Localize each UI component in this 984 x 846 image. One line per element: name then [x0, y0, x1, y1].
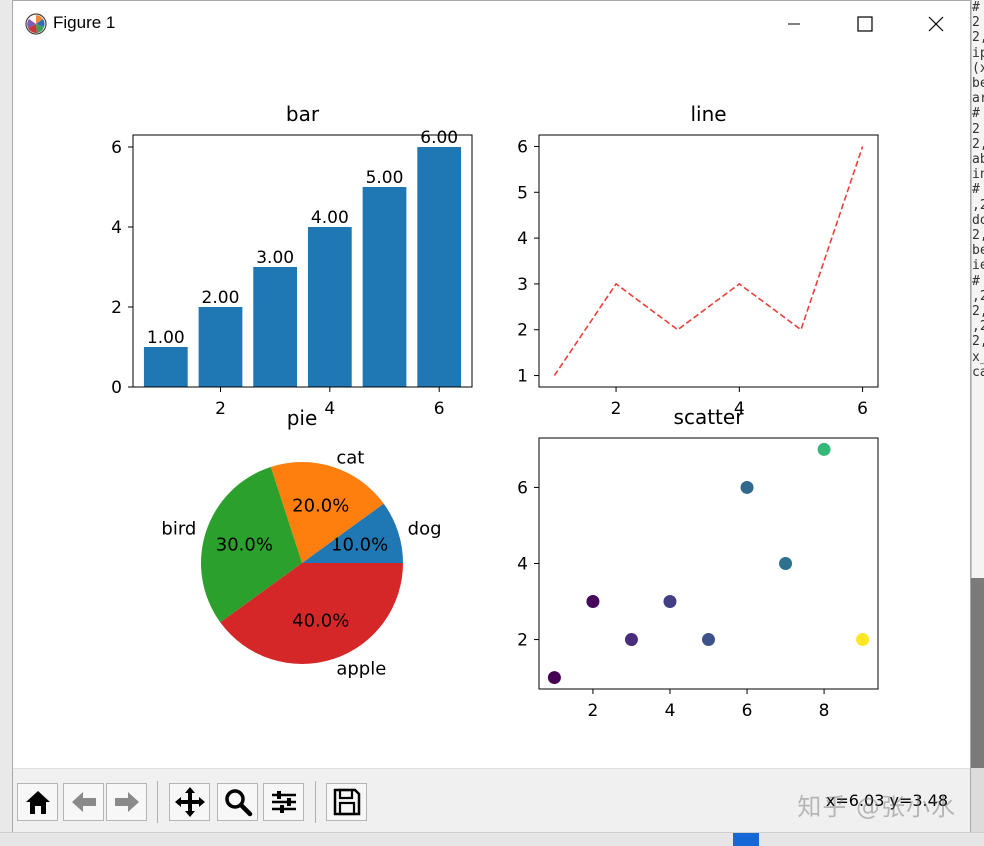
- save-icon: [333, 788, 360, 816]
- background-editor-text: # 2 2, ip (x be ar # 2 2, ab in # ,2 do …: [971, 0, 984, 578]
- zoom-button[interactable]: [217, 783, 258, 821]
- axes-title: scatter: [674, 405, 745, 429]
- x-tick-label: 8: [819, 701, 830, 721]
- zoom-icon: [224, 789, 252, 817]
- y-tick-label: 6: [517, 137, 528, 157]
- x-tick-label: 6: [742, 701, 753, 721]
- y-tick-label: 4: [517, 229, 528, 249]
- y-tick-label: 3: [517, 275, 528, 295]
- pan-icon: [174, 787, 205, 817]
- back-button[interactable]: [63, 783, 104, 821]
- x-tick-label: 4: [665, 701, 676, 721]
- axes-title: bar: [286, 102, 320, 126]
- scatter-point: [740, 480, 754, 494]
- pie-category-label: dog: [408, 519, 442, 540]
- y-tick-label: 0: [111, 378, 122, 398]
- axes-frame: [538, 437, 879, 690]
- window-title: Figure 1: [53, 13, 116, 32]
- background-window-left: [0, 0, 12, 845]
- scatter-point: [856, 633, 870, 647]
- bar: [253, 267, 298, 387]
- axes-title: pie: [287, 406, 318, 430]
- x-tick-label: 2: [611, 399, 622, 419]
- pie-percent-label: 30.0%: [216, 534, 273, 555]
- configure-icon: [271, 791, 296, 813]
- y-tick-label: 1: [517, 367, 528, 387]
- x-tick-label: 6: [857, 399, 868, 419]
- background-statusbar: [0, 832, 984, 846]
- forward-icon: [114, 792, 139, 812]
- watermark-text: 知乎 @张小水: [797, 793, 956, 821]
- pan-button[interactable]: [169, 783, 210, 821]
- configure-button[interactable]: [263, 783, 304, 821]
- pie-category-label: apple: [336, 659, 386, 680]
- maximize-button[interactable]: [830, 1, 900, 47]
- minimize-icon: [788, 23, 800, 25]
- bar-value-label: 2.00: [202, 288, 240, 308]
- y-tick-label: 4: [111, 218, 122, 238]
- close-icon: [928, 16, 944, 32]
- home-button[interactable]: [17, 783, 58, 821]
- bar: [417, 147, 462, 387]
- pie-percent-label: 20.0%: [292, 495, 349, 516]
- y-tick-label: 5: [517, 183, 528, 203]
- bar-value-label: 3.00: [256, 248, 294, 268]
- x-tick-label: 2: [588, 701, 599, 721]
- bar: [198, 307, 243, 387]
- scatter-point: [547, 671, 561, 685]
- scatter-point: [817, 442, 831, 456]
- line-series: [553, 146, 864, 376]
- scatter-point: [663, 595, 677, 609]
- toolbar-separator: [157, 781, 158, 823]
- pie-percent-label: 10.0%: [331, 534, 388, 555]
- bar-value-label: 1.00: [147, 328, 185, 348]
- figure-svg: 1.00 2.00 3.00 4.00 5.00 6.00 2 4 6 0 2 4 6 bar 2 4 6 1 2 3…: [111, 102, 879, 721]
- x-tick-label: 6: [434, 399, 445, 419]
- title-bar[interactable]: Figure 1: [13, 1, 970, 47]
- scatter-point: [586, 595, 600, 609]
- pie-category-label: bird: [161, 519, 196, 540]
- bar-value-label: 6.00: [420, 128, 458, 148]
- scatter-point: [779, 557, 793, 570]
- home-icon: [25, 791, 50, 814]
- y-tick-label: 4: [517, 555, 528, 575]
- bar: [307, 227, 352, 387]
- x-tick-label: 2: [215, 399, 226, 419]
- axes-frame: [538, 134, 879, 388]
- bar: [143, 347, 188, 387]
- scatter-point: [702, 633, 715, 647]
- maximize-icon: [857, 16, 873, 32]
- back-icon: [71, 792, 96, 812]
- forward-button[interactable]: [106, 783, 147, 821]
- axes-title: line: [690, 102, 726, 126]
- background-panel: [971, 578, 984, 768]
- bar-value-label: 5.00: [366, 168, 404, 188]
- matplotlib-logo-icon: [25, 13, 47, 35]
- minimize-button[interactable]: [759, 1, 829, 47]
- y-tick-label: 6: [517, 478, 528, 498]
- bar-value-label: 4.00: [311, 208, 349, 228]
- scatter-point: [624, 633, 638, 647]
- background-blue-tab: [733, 833, 759, 846]
- toolbar-separator: [315, 781, 316, 823]
- x-tick-label: 4: [324, 399, 335, 419]
- figure-window: Figure 1 1.00 2.00 3.00 4.00 5.00 6.00 2 4 6 0 2 4 6…: [12, 0, 971, 832]
- figure-canvas[interactable]: 1.00 2.00 3.00 4.00 5.00 6.00 2 4 6 0 2 4 6 bar 2 4 6 1 2 3…: [13, 47, 970, 767]
- pie-percent-label: 40.0%: [292, 611, 349, 632]
- y-tick-label: 2: [517, 631, 528, 651]
- pie-category-label: cat: [336, 447, 364, 468]
- y-tick-label: 2: [111, 298, 122, 318]
- bar: [362, 187, 407, 387]
- y-tick-label: 2: [517, 321, 528, 341]
- close-button[interactable]: [901, 1, 971, 47]
- navigation-toolbar: x=6.03 y=3.48 知乎 @张小水: [13, 768, 970, 832]
- y-tick-label: 6: [111, 138, 122, 158]
- save-button[interactable]: [326, 783, 367, 821]
